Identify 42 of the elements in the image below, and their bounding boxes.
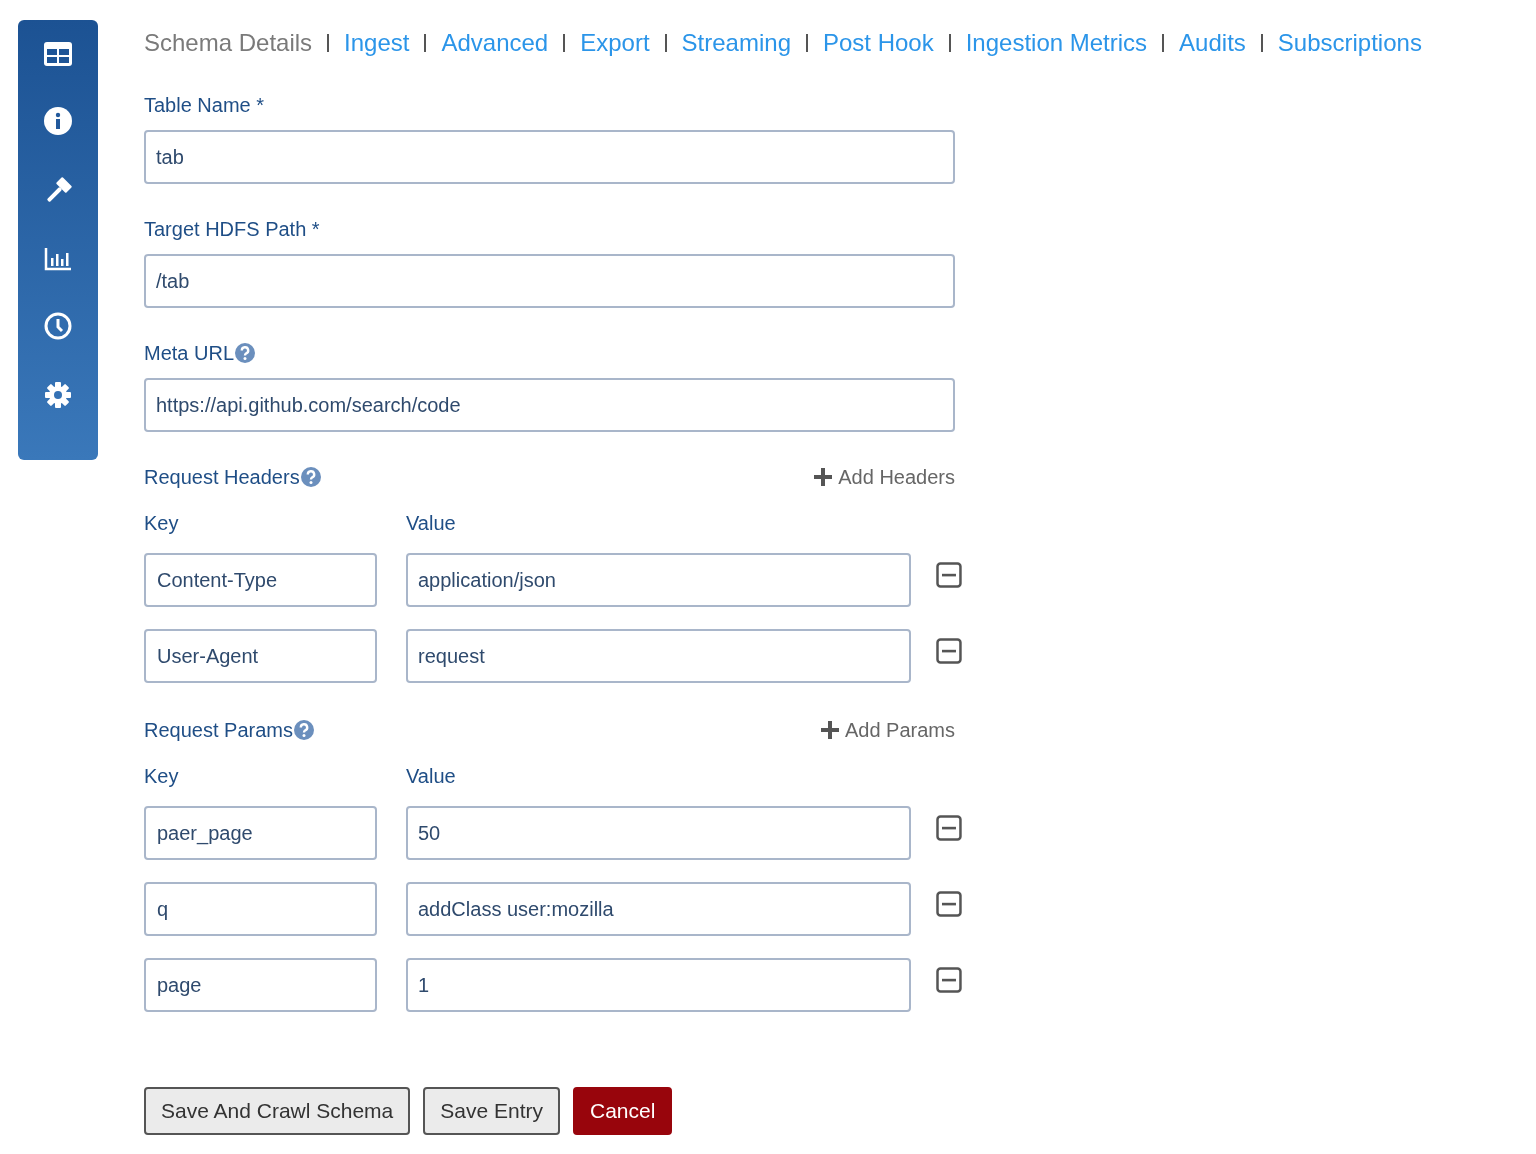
remove-icon[interactable] [936,967,962,993]
help-icon[interactable] [293,720,314,740]
field-label: Table Name * [144,93,265,117]
column-heading: Key [144,511,180,535]
tab[interactable]: Schema Details [144,29,313,57]
remove-icon[interactable] [936,638,962,664]
column-heading: Key [144,764,180,788]
column-heading: Value [406,511,456,535]
bar-chart-icon[interactable] [44,247,72,271]
info-icon[interactable] [44,107,72,135]
value-field[interactable]: 1 [406,958,912,1012]
value-field[interactable]: addClass user:mozilla [406,882,912,936]
help-icon[interactable] [235,343,256,363]
key-field[interactable]: paer_page [144,806,377,860]
help-icon[interactable] [300,467,321,487]
text-field[interactable]: /tab [144,254,955,308]
value-field[interactable]: request [406,629,912,683]
action-button[interactable]: Cancel [573,1087,673,1135]
remove-icon[interactable] [936,891,962,917]
table-icon[interactable] [44,42,72,66]
key-field[interactable]: q [144,882,377,936]
remove-icon[interactable] [936,815,962,841]
value-field[interactable]: 50 [406,806,912,860]
key-field[interactable]: User-Agent [144,629,377,683]
field-label: Target HDFS Path * [144,217,320,241]
key-field[interactable]: page [144,958,377,1012]
clock-icon[interactable] [44,312,72,340]
action-button[interactable]: Save Entry [423,1087,560,1135]
key-field[interactable]: Content-Type [144,553,377,607]
plus-icon [814,468,833,486]
column-heading: Value [406,764,456,788]
add-link[interactable]: Add Headers [814,465,955,489]
section-title: Request Headers [144,465,300,489]
plus-icon [820,721,839,739]
text-field[interactable]: tab [144,130,955,184]
add-link[interactable]: Add Params [820,718,955,742]
field-label: Meta URL [144,341,235,365]
text-field[interactable]: https://api.github.com/search/code [144,378,955,432]
remove-icon[interactable] [936,562,962,588]
action-button[interactable]: Save And Crawl Schema [144,1087,411,1135]
section-title: Request Params [144,718,293,742]
value-field[interactable]: application/json [406,553,912,607]
